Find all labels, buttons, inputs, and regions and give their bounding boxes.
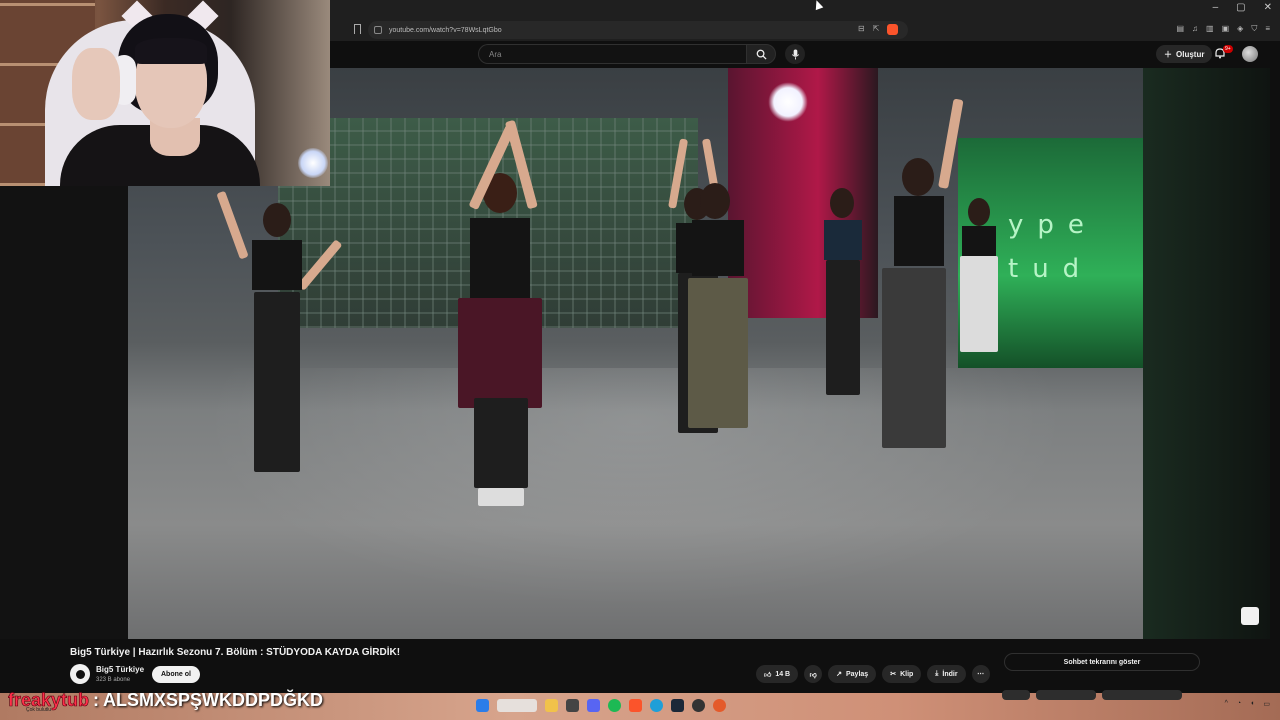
volume-icon[interactable]: ◖	[1250, 700, 1254, 708]
download-button[interactable]: ⤓ İndir	[927, 665, 966, 683]
like-count: 14 B	[775, 670, 791, 678]
like-button[interactable]: 👍︎ 14 B	[756, 665, 799, 683]
vpn-icon[interactable]: ◈	[1237, 24, 1243, 34]
obs-icon[interactable]	[692, 699, 705, 712]
steam-icon[interactable]	[671, 699, 684, 712]
stream-chat-overlay: freakytub : ALSMXSPŞWKDDPDĞKD	[8, 690, 323, 711]
maximize-button[interactable]: ▢	[1236, 2, 1245, 13]
chat-separator: :	[93, 690, 100, 710]
plus-icon: ＋	[1164, 49, 1172, 59]
address-url[interactable]: youtube.com/watch?v=78WsLqtGbo	[389, 27, 502, 34]
battery-icon[interactable]: ▭	[1263, 700, 1270, 708]
filter-chip[interactable]	[1002, 690, 1030, 700]
search-taskbar-icon[interactable]	[497, 699, 537, 712]
search-button[interactable]	[746, 44, 776, 64]
filter-chip[interactable]	[1036, 690, 1096, 700]
app-icon[interactable]	[713, 699, 726, 712]
shield-icon[interactable]: ⛉	[1251, 24, 1257, 34]
search-input[interactable]: Ara	[478, 44, 746, 64]
search-icon	[756, 49, 767, 60]
studio-lamp	[768, 82, 808, 122]
share-page-icon[interactable]: ⇱	[873, 24, 880, 35]
scissors-icon: ✂	[890, 671, 897, 678]
dancer	[668, 128, 768, 448]
music-icon[interactable]: ♫	[1192, 24, 1198, 34]
minimize-button[interactable]: –	[1213, 2, 1219, 13]
share-icon: ↗	[836, 671, 842, 678]
share-button[interactable]: ↗ Paylaş	[828, 665, 877, 683]
app-icon[interactable]	[566, 699, 579, 712]
studio-wall-lettering: ype tud	[1008, 210, 1098, 284]
subscriber-count: 323 B abone	[96, 677, 131, 683]
download-icon: ⤓	[935, 670, 939, 677]
create-label: Oluştur	[1176, 49, 1205, 59]
channel-name[interactable]: Big5 Türkiye	[96, 665, 144, 674]
dancer	[448, 118, 558, 538]
dancer	[216, 188, 343, 488]
streamer-hand	[72, 48, 120, 120]
chat-message: ALSMXSPŞWKDDPDĞKD	[103, 690, 324, 710]
site-info-icon[interactable]	[374, 26, 382, 34]
more-actions-button[interactable]: ⋯	[971, 665, 990, 683]
thumbs-down-icon: 👎︎	[809, 671, 817, 679]
video-title: Big5 Türkiye | Hazırlık Sezonu 7. Bölüm …	[70, 647, 401, 658]
right-margin	[1143, 68, 1270, 639]
bookmark-icon[interactable]	[354, 24, 361, 34]
youtube-header: Ara ＋ Oluştur 9+	[330, 41, 1280, 68]
sidebar-icon[interactable]: ▤	[1176, 24, 1184, 34]
brave-shields-icon[interactable]	[887, 24, 899, 35]
network-icon[interactable]: ◔	[1237, 700, 1241, 708]
system-tray: ^ ◔ ◖ ▭	[1225, 700, 1270, 708]
filter-chip[interactable]	[1102, 690, 1182, 700]
brave-taskbar-icon[interactable]	[629, 699, 642, 712]
streamer-webcam	[0, 0, 330, 186]
share-label: Paylaş	[846, 670, 869, 678]
taskbar-apps	[476, 699, 726, 712]
subscribe-button[interactable]: Abone ol	[152, 666, 200, 683]
discord-icon[interactable]	[587, 699, 600, 712]
microphone-icon	[791, 48, 799, 60]
reader-icon[interactable]: ▥	[1206, 24, 1214, 34]
download-label: İndir	[942, 670, 958, 678]
address-bar[interactable]: youtube.com/watch?v=78WsLqtGbo	[368, 21, 908, 39]
account-avatar[interactable]	[1242, 46, 1258, 62]
clip-label: Klip	[900, 670, 914, 678]
window-controls: – ▢ ✕	[1213, 2, 1272, 13]
streamer-fringe	[135, 38, 207, 64]
light-orb	[298, 148, 328, 178]
close-button[interactable]: ✕	[1264, 2, 1272, 13]
install-icon[interactable]: ⊟	[858, 24, 865, 35]
voice-search-button[interactable]	[785, 44, 805, 64]
create-button[interactable]: ＋ Oluştur	[1156, 45, 1213, 63]
spotify-icon[interactable]	[608, 699, 621, 712]
channel-avatar[interactable]	[70, 664, 90, 684]
left-margin	[0, 186, 128, 639]
show-chat-replay-button[interactable]: Sohbet tekrarını göster	[1004, 653, 1200, 671]
omnibox-actions: ⊟ ⇱	[858, 24, 899, 35]
thumbs-up-icon: 👍︎	[764, 671, 772, 679]
wallet-icon[interactable]: ▣	[1222, 24, 1230, 34]
clip-button[interactable]: ✂ Klip	[882, 665, 922, 683]
tray-arrow-icon[interactable]: ^	[1225, 700, 1228, 708]
extensions-area: ▤ ♫ ▥ ▣ ◈ ⛉ ≡	[1176, 24, 1270, 34]
channel-watermark-icon[interactable]	[1241, 607, 1259, 625]
menu-icon[interactable]: ≡	[1265, 24, 1270, 34]
video-actions: 👍︎ 14 B 👎︎ ↗ Paylaş ✂ Klip ⤓ İndir ⋯	[756, 665, 990, 683]
chat-username: freakytub	[8, 690, 90, 711]
edge-icon[interactable]	[650, 699, 663, 712]
notification-badge: 9+	[1223, 45, 1233, 53]
start-icon[interactable]	[476, 699, 489, 712]
dancer	[948, 188, 1008, 358]
dislike-button[interactable]: 👎︎	[804, 665, 823, 683]
files-icon[interactable]	[545, 699, 558, 712]
screen: youtube.com/watch?v=78WsLqtGbo ⊟ ⇱ ▤ ♫ ▥…	[0, 0, 1280, 720]
